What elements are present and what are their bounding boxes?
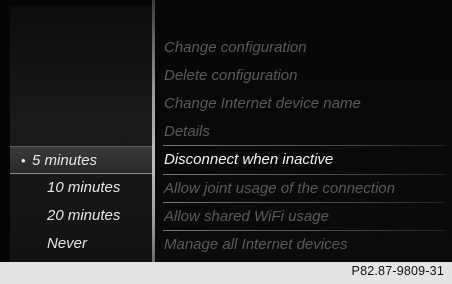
- submenu-option-label: Never: [47, 235, 88, 252]
- display-screen: • 5 minutes 10 minutes 20 minutes Never …: [0, 0, 452, 262]
- submenu-option-5-minutes[interactable]: • 5 minutes: [10, 146, 152, 174]
- menu-item-allow-joint-usage[interactable]: Allow joint usage of the connection: [164, 175, 448, 203]
- submenu-option-20-minutes[interactable]: 20 minutes: [10, 202, 152, 230]
- submenu-option-label: 5 minutes: [32, 152, 98, 169]
- menu-item-delete-configuration[interactable]: Delete configuration: [164, 62, 448, 90]
- menu-item-allow-shared-wifi[interactable]: Allow shared WiFi usage: [164, 203, 448, 231]
- menu-item-change-configuration[interactable]: Change configuration: [164, 34, 448, 62]
- menu-item-manage-internet-devices[interactable]: Manage all Internet devices: [164, 231, 448, 259]
- menu-item-disconnect-when-inactive[interactable]: Disconnect when inactive: [164, 146, 448, 174]
- settings-menu: Change configuration Delete configuratio…: [155, 0, 452, 262]
- selected-bullet-icon: •: [21, 153, 26, 168]
- menu-item-details[interactable]: Details: [164, 118, 448, 146]
- figure-reference-code: P82.87-9809-31: [351, 264, 444, 278]
- submenu-option-label: 20 minutes: [47, 207, 121, 224]
- submenu-option-label: 10 minutes: [47, 179, 121, 196]
- submenu-panel: • 5 minutes 10 minutes 20 minutes Never: [10, 6, 152, 262]
- menu-item-change-internet-device-name[interactable]: Change Internet device name: [164, 90, 448, 118]
- submenu-option-10-minutes[interactable]: 10 minutes: [10, 174, 152, 202]
- submenu-option-never[interactable]: Never: [10, 230, 152, 258]
